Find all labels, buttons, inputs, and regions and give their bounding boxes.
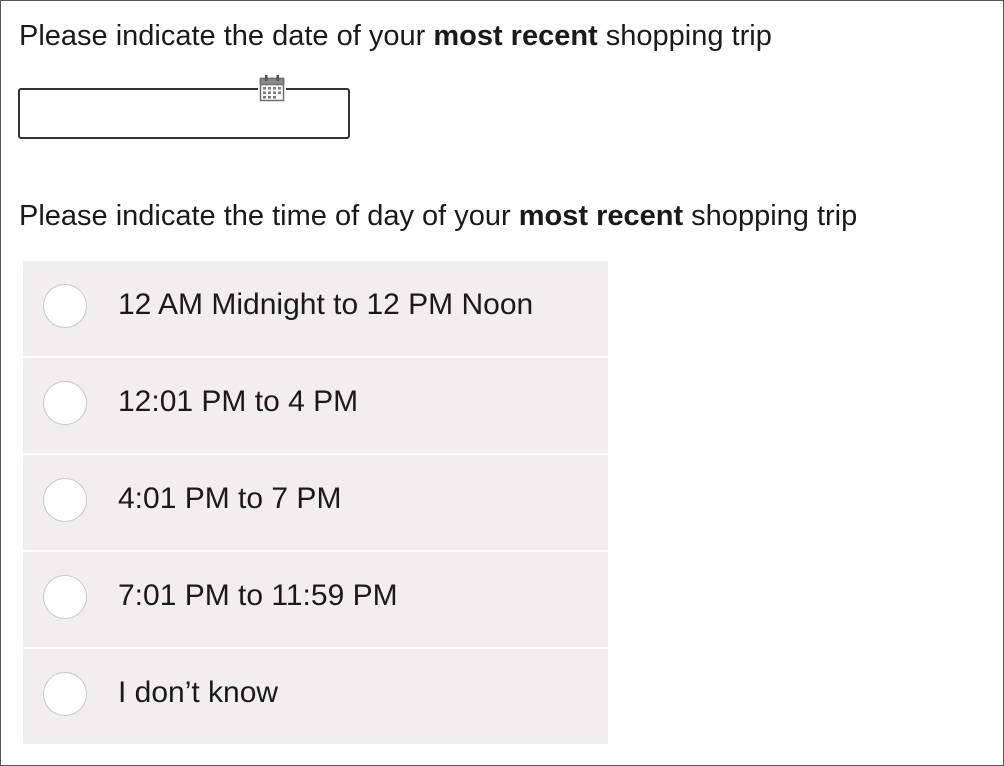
date-question-text-end: shopping trip — [597, 20, 772, 52]
option-label: 12 AM Midnight to 12 PM Noon — [118, 288, 534, 321]
date-question-emphasis: most recent — [433, 20, 598, 52]
option-701pm-to-1159pm[interactable]: 7:01 PM to 11:59 PM — [23, 552, 608, 647]
radio-button[interactable] — [43, 284, 87, 328]
option-label: 4:01 PM to 7 PM — [118, 482, 342, 515]
option-label: 12:01 PM to 4 PM — [118, 385, 359, 418]
radio-button[interactable] — [43, 672, 87, 716]
calendar-icon[interactable] — [258, 74, 286, 103]
radio-button[interactable] — [43, 478, 87, 522]
time-question: Please indicate the time of day of your … — [19, 198, 857, 234]
option-401pm-to-7pm[interactable]: 4:01 PM to 7 PM — [23, 455, 608, 550]
option-label: I don’t know — [118, 676, 279, 709]
option-1201pm-to-4pm[interactable]: 12:01 PM to 4 PM — [23, 358, 608, 453]
radio-button[interactable] — [43, 575, 87, 619]
time-options-group: 12 AM Midnight to 12 PM Noon 12:01 PM to… — [23, 261, 608, 744]
option-dont-know[interactable]: I don’t know — [23, 649, 608, 744]
date-question: Please indicate the date of your most re… — [19, 18, 772, 54]
option-midnight-to-noon[interactable]: 12 AM Midnight to 12 PM Noon — [23, 261, 608, 356]
time-question-text-start: Please indicate the time of day of your — [19, 200, 519, 232]
time-question-text-end: shopping trip — [683, 200, 858, 232]
radio-button[interactable] — [43, 381, 87, 425]
time-question-emphasis: most recent — [518, 200, 684, 232]
option-label: 7:01 PM to 11:59 PM — [118, 579, 398, 612]
date-input[interactable] — [18, 88, 350, 139]
date-question-text-start: Please indicate the date of your — [19, 20, 434, 52]
